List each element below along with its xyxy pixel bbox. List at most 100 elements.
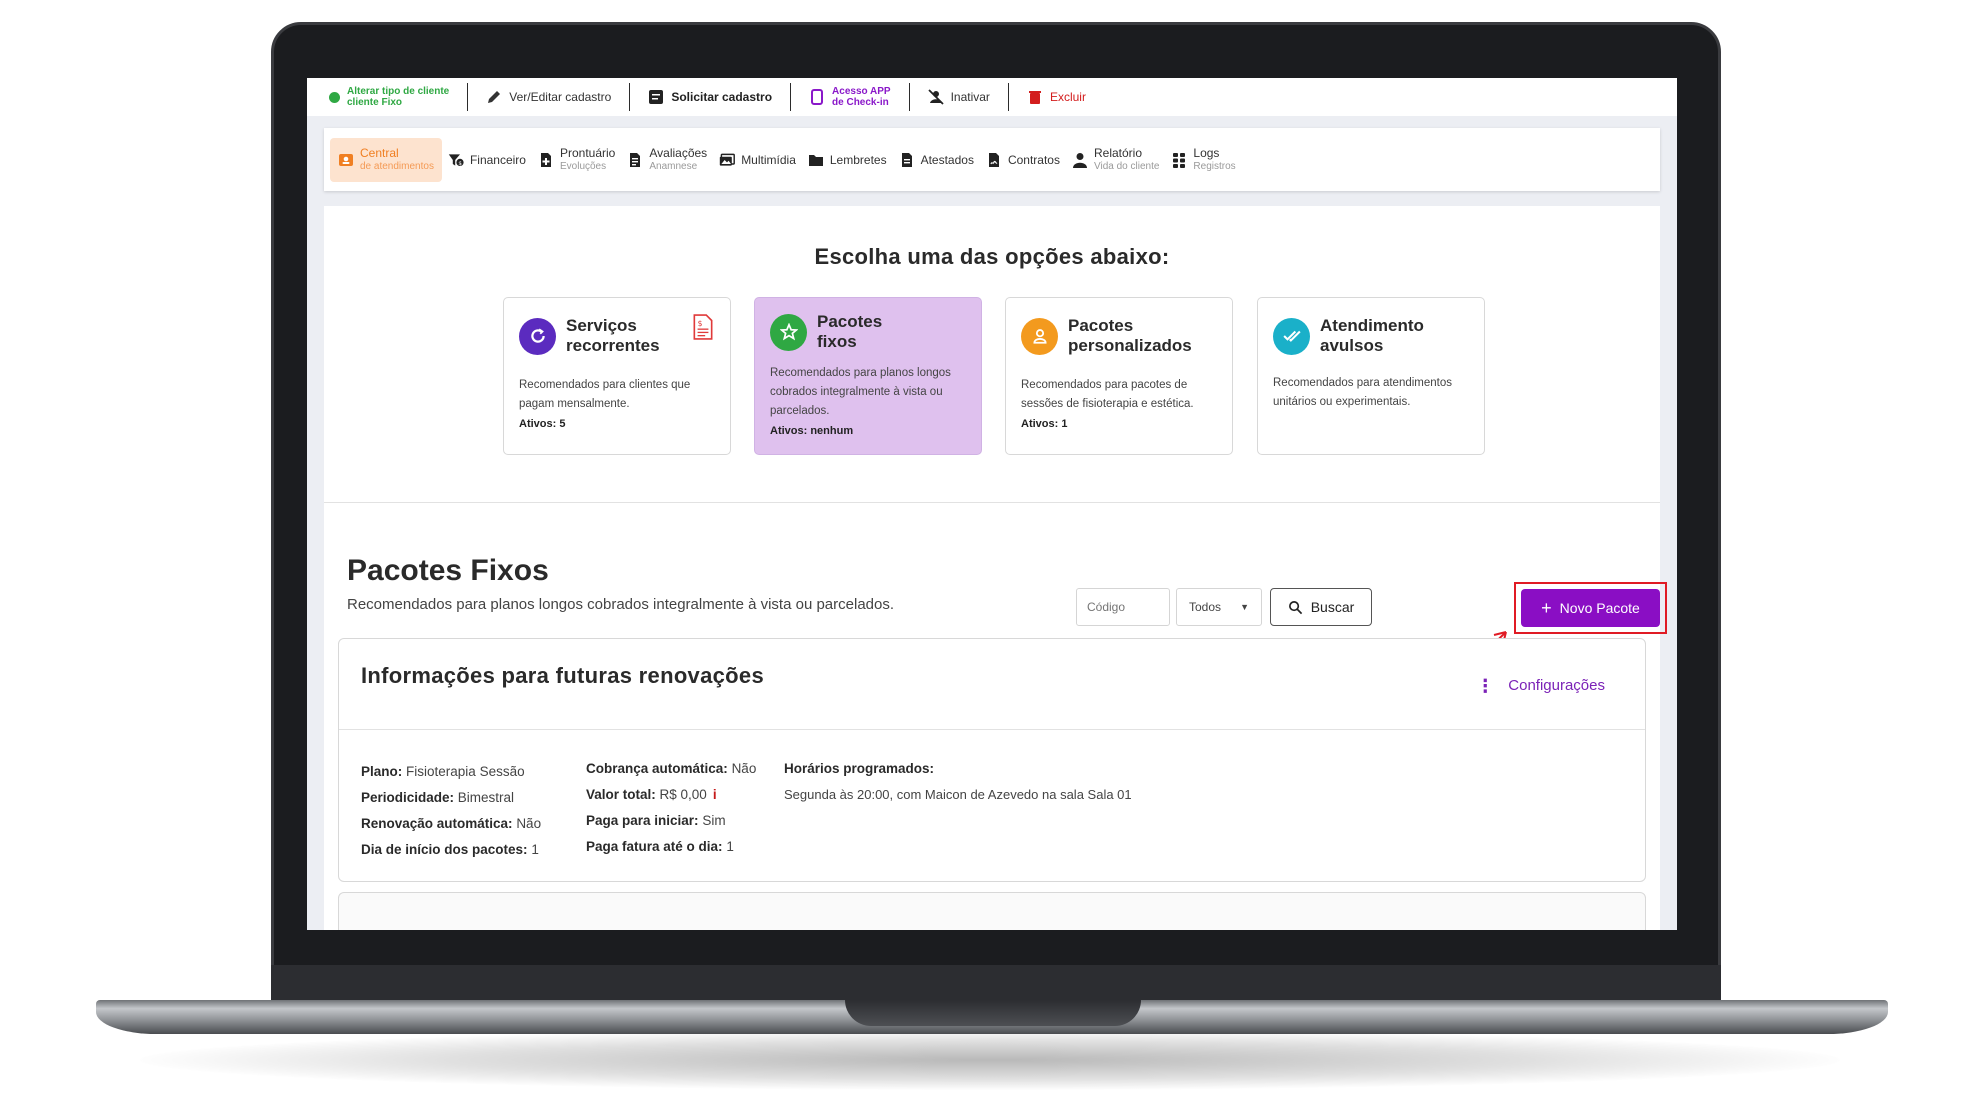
search-label: Buscar bbox=[1310, 599, 1355, 615]
folder-icon bbox=[808, 154, 823, 166]
new-package-button[interactable]: + Novo Pacote bbox=[1521, 589, 1660, 627]
tab-lembretes-label: Lembretes bbox=[829, 152, 887, 167]
laptop-base-notch bbox=[845, 1000, 1141, 1026]
tab-prontuario-label: Prontuário bbox=[559, 145, 616, 160]
user-card-icon bbox=[339, 153, 353, 166]
tab-central[interactable]: Central de atendimentos bbox=[330, 137, 442, 182]
delete-button[interactable]: Excluir bbox=[1009, 83, 1104, 111]
user-slash-icon bbox=[927, 89, 944, 105]
option-title-1: Atendimento bbox=[1320, 316, 1424, 335]
tab-financeiro-label: Financeiro bbox=[469, 152, 526, 167]
tab-prontuario[interactable]: Prontuário Evoluções bbox=[532, 138, 621, 182]
tab-contratos-label: Contratos bbox=[1007, 152, 1060, 167]
tab-avaliacoes[interactable]: Avaliações Anamnese bbox=[621, 138, 713, 182]
billing-details-column: Cobrança automática: Não Valor total: R$… bbox=[586, 756, 756, 860]
due-day-value: 1 bbox=[726, 839, 734, 854]
tab-relatorio[interactable]: Relatório Vida do cliente bbox=[1066, 138, 1165, 182]
option-card-single-sessions[interactable]: Atendimento avulsos Recomendados para ate… bbox=[1257, 297, 1485, 455]
paid-to-start-value: Sim bbox=[702, 813, 726, 828]
app-access-label: Acesso APP bbox=[832, 86, 891, 97]
auto-renew-value: Não bbox=[516, 816, 542, 831]
deactivate-label: Inativar bbox=[950, 90, 990, 104]
request-register-label: Solicitar cadastro bbox=[671, 90, 773, 104]
plus-icon: + bbox=[1541, 598, 1552, 618]
option-description: Recomendados para planos longos cobrados… bbox=[770, 367, 951, 417]
option-card-recurring-services[interactable]: Serviços recorrentes $ Recomendados para … bbox=[503, 297, 731, 455]
tab-contratos[interactable]: Contratos bbox=[980, 138, 1066, 182]
section-subtitle: Recomendados para planos longos cobrados… bbox=[347, 596, 895, 613]
settings-button[interactable]: ⋮ Configurações bbox=[1476, 675, 1605, 696]
tab-prontuario-sub: Evoluções bbox=[559, 160, 607, 172]
form-icon bbox=[649, 90, 664, 104]
file-plus-icon bbox=[540, 152, 551, 167]
search-button[interactable]: Buscar bbox=[1270, 588, 1372, 626]
packages-list-card bbox=[338, 892, 1646, 930]
option-card-fixed-packages[interactable]: Pacotes fixos Recomendados para planos lo… bbox=[754, 297, 982, 455]
option-title-2: fixos bbox=[817, 332, 857, 351]
laptop-shadow bbox=[140, 1030, 1840, 1090]
option-title-1: Pacotes bbox=[1068, 316, 1134, 335]
svg-text:$: $ bbox=[698, 319, 703, 328]
phone-icon bbox=[811, 89, 824, 105]
paid-to-start-label: Paga para iniciar: bbox=[586, 813, 699, 828]
tab-relatorio-label: Relatório bbox=[1093, 145, 1143, 160]
option-active-count: Ativos: 5 bbox=[519, 418, 566, 430]
delete-label: Excluir bbox=[1049, 90, 1086, 104]
tab-financeiro[interactable]: $ Financeiro bbox=[442, 138, 532, 182]
plan-details-column: Plano: Fisioterapia Sessão Periodicidade… bbox=[361, 759, 541, 863]
images-icon bbox=[719, 153, 736, 166]
tab-multimidia[interactable]: Multimídia bbox=[713, 138, 802, 182]
invoice-icon: $ bbox=[693, 314, 713, 340]
options-title: Escolha uma das opções abaixo: bbox=[814, 244, 1170, 269]
tab-central-label: Central bbox=[360, 145, 399, 160]
view-edit-button[interactable]: Ver/Editar cadastro bbox=[468, 83, 631, 111]
code-input[interactable] bbox=[1076, 588, 1170, 626]
info-icon[interactable]: i bbox=[713, 787, 717, 802]
option-active-count: Ativos: 1 bbox=[1021, 418, 1068, 430]
option-description: Recomendados para pacotes de sessões de … bbox=[1021, 379, 1194, 410]
screen: Alterar tipo de cliente cliente Fixo Ver… bbox=[307, 78, 1677, 930]
tab-logs-sub: Registros bbox=[1193, 160, 1236, 172]
section-title: Pacotes Fixos bbox=[347, 554, 549, 587]
tab-multimidia-label: Multimídia bbox=[741, 152, 796, 167]
auto-charge-value: Não bbox=[731, 761, 757, 776]
option-description: Recomendados para clientes que pagam men… bbox=[519, 379, 691, 410]
double-check-icon bbox=[1273, 317, 1310, 355]
tab-lembretes[interactable]: Lembretes bbox=[802, 138, 893, 182]
request-register-button[interactable]: Solicitar cadastro bbox=[630, 83, 792, 111]
section-divider bbox=[324, 502, 1660, 503]
status-filter-value: Todos bbox=[1189, 600, 1222, 614]
settings-label: Configurações bbox=[1508, 677, 1605, 694]
card-divider bbox=[339, 729, 1645, 730]
option-card-custom-packages[interactable]: Pacotes personalizados Recomendados para … bbox=[1005, 297, 1233, 455]
start-day-value: 1 bbox=[531, 842, 539, 857]
tab-avaliacoes-sub: Anamnese bbox=[649, 160, 698, 172]
option-title-1: Pacotes bbox=[817, 312, 883, 331]
kebab-icon: ⋮ bbox=[1476, 675, 1495, 696]
funnel-money-icon: $ bbox=[448, 153, 464, 166]
contract-icon bbox=[988, 152, 999, 167]
plan-value: Fisioterapia Sessão bbox=[406, 764, 525, 779]
status-dot-icon bbox=[329, 91, 340, 103]
main-content: Escolha uma das opções abaixo: Serviços r… bbox=[324, 206, 1667, 930]
plan-label: Plano: bbox=[361, 764, 403, 779]
file-list-icon bbox=[630, 152, 641, 167]
due-day-label: Paga fatura até o dia: bbox=[586, 839, 723, 854]
app-access-button[interactable]: Acesso APP de Check-in bbox=[791, 83, 910, 111]
change-client-type-button[interactable]: Alterar tipo de cliente cliente Fixo bbox=[307, 83, 469, 111]
tab-avaliacoes-label: Avaliações bbox=[649, 145, 708, 160]
client-nav-tabs: Central de atendimentos $ Financeiro Pron… bbox=[324, 128, 1660, 191]
option-title-2: avulsos bbox=[1320, 336, 1384, 355]
deactivate-button[interactable]: Inativar bbox=[910, 83, 1009, 111]
tab-logs[interactable]: Logs Registros bbox=[1165, 138, 1241, 182]
star-icon bbox=[770, 313, 807, 351]
client-action-bar: Alterar tipo de cliente cliente Fixo Ver… bbox=[307, 78, 1677, 116]
tab-atestados[interactable]: Atestados bbox=[893, 138, 980, 182]
new-package-label: Novo Pacote bbox=[1559, 600, 1640, 616]
period-value: Bimestral bbox=[457, 790, 515, 805]
status-filter-select[interactable]: Todos ▼ bbox=[1176, 588, 1262, 626]
tab-atestados-label: Atestados bbox=[920, 152, 974, 167]
schedule-value: Segunda às 20:00, com Maicon de Azevedo … bbox=[784, 787, 1132, 802]
document-icon bbox=[901, 152, 912, 167]
tab-relatorio-sub: Vida do cliente bbox=[1093, 160, 1160, 172]
